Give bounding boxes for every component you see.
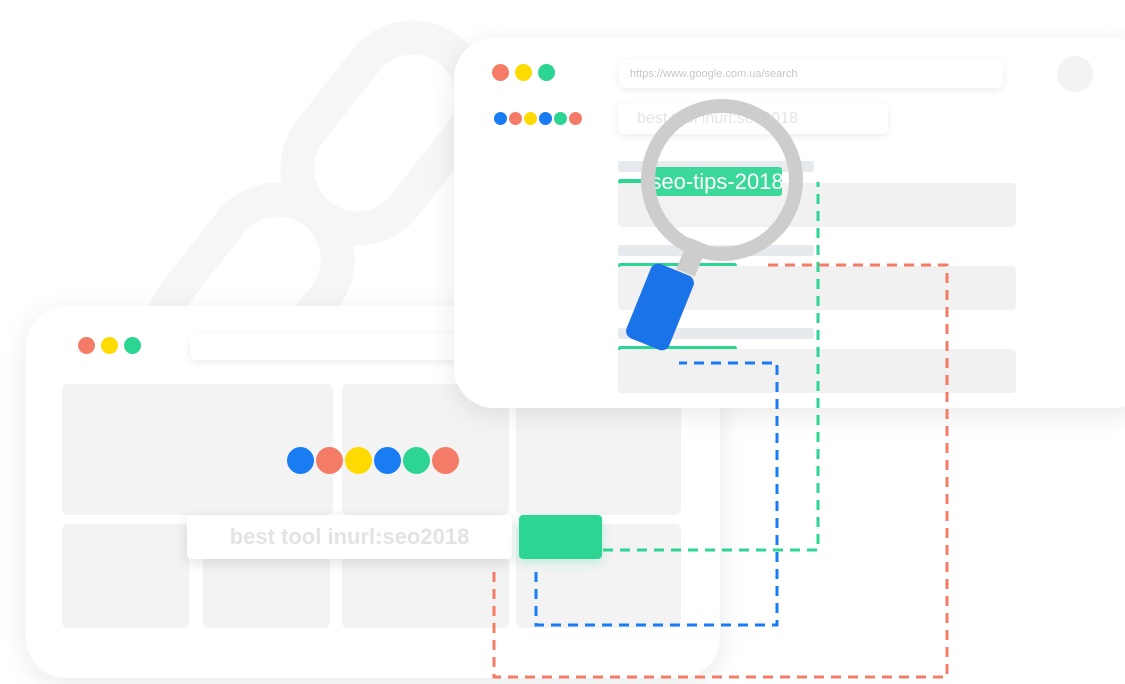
logo-dot	[287, 447, 314, 474]
window-close-dot[interactable]	[492, 64, 509, 81]
logo-dot	[509, 112, 522, 125]
window-minimize-dot[interactable]	[101, 337, 118, 354]
result-snippet[interactable]	[618, 349, 1016, 393]
back-address-bar[interactable]	[190, 334, 490, 360]
result-title-placeholder	[618, 245, 814, 256]
front-browser-window: https://www.google.com.ua/search best to…	[454, 38, 1125, 408]
back-search-input[interactable]: best tool inurl:seo2018	[187, 515, 512, 559]
logo-dot	[524, 112, 537, 125]
window-minimize-dot[interactable]	[515, 64, 532, 81]
content-tile	[62, 524, 189, 628]
result-title-placeholder	[618, 328, 814, 339]
avatar[interactable]	[1057, 56, 1093, 92]
window-maximize-dot[interactable]	[538, 64, 555, 81]
search-button[interactable]	[519, 515, 602, 559]
logo-dot	[316, 447, 343, 474]
logo-dot	[554, 112, 567, 125]
result-snippet[interactable]	[618, 266, 1016, 310]
window-maximize-dot[interactable]	[124, 337, 141, 354]
logo-dot	[539, 112, 552, 125]
logo-dot	[374, 447, 401, 474]
highlighted-result: seo-tips-2018	[652, 167, 782, 196]
logo-dot	[432, 447, 459, 474]
logo-dot	[569, 112, 582, 125]
window-close-dot[interactable]	[78, 337, 95, 354]
logo-dot	[403, 447, 430, 474]
address-bar[interactable]: https://www.google.com.ua/search	[619, 60, 1003, 88]
search-query-input[interactable]: best tool inurl:seo2018	[618, 103, 888, 134]
logo-dot	[345, 447, 372, 474]
logo-dot	[494, 112, 507, 125]
